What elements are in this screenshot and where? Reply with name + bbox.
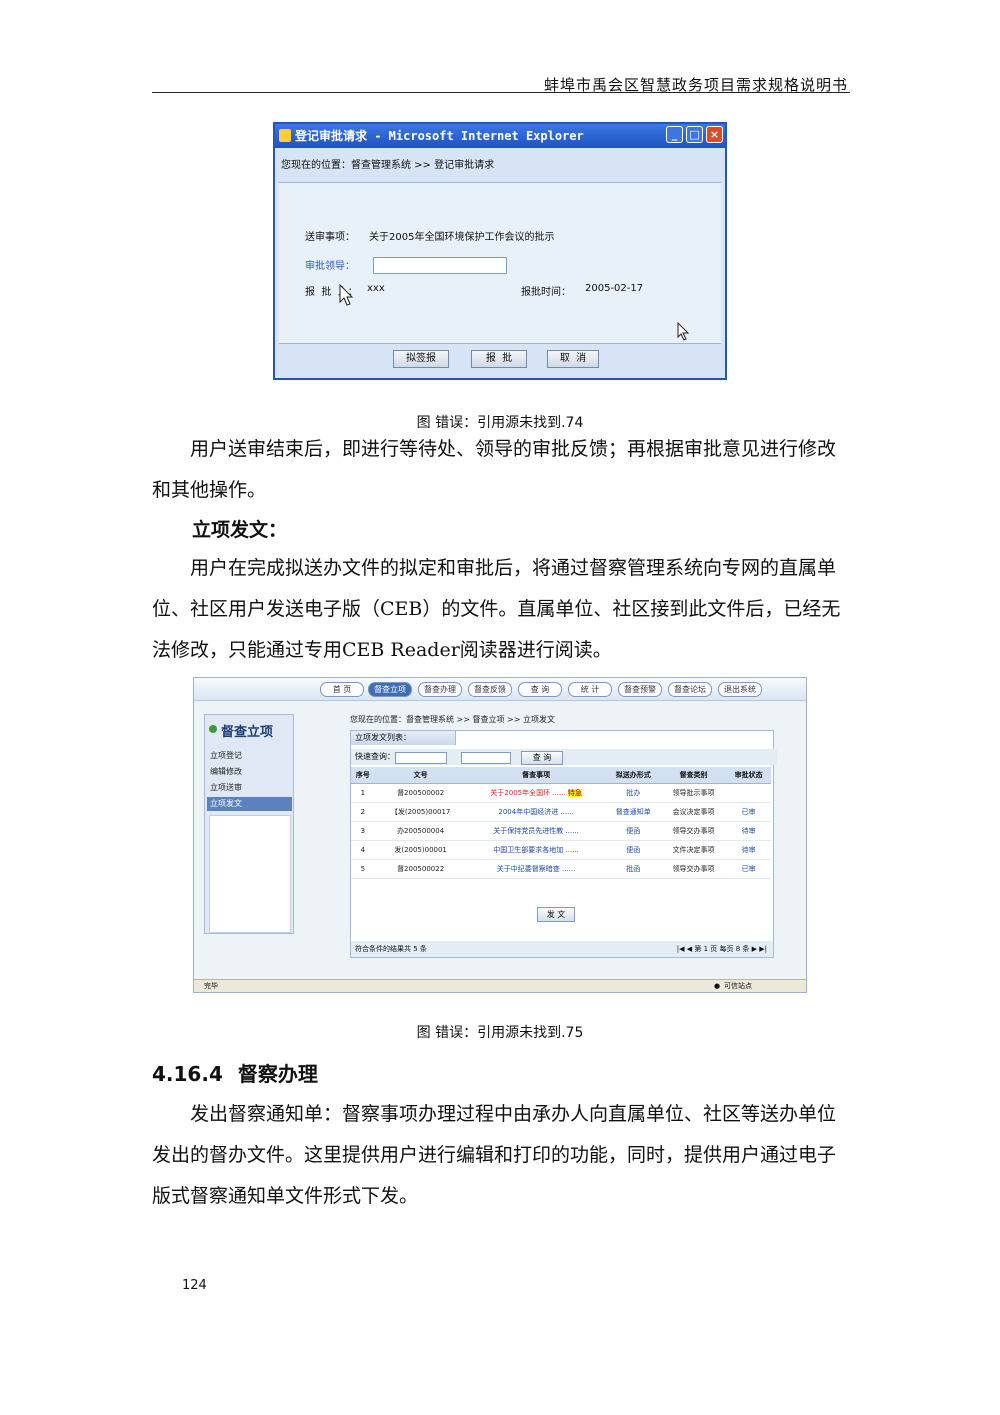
- approval-dialog-screenshot: 登记审批请求 - Microsoft Internet Explorer _ □…: [273, 122, 727, 380]
- browser-status-bar: 完毕 ● 可信站点: [194, 979, 806, 992]
- submit-approval-button[interactable]: 报 批: [471, 350, 527, 368]
- issue-table: 序号 文号 督查事项 拟送办形式 督查类别 审批状态 1 督200500002 …: [351, 767, 771, 879]
- nav-tab-stats[interactable]: 统 计: [568, 682, 612, 697]
- section-title: 督察办理: [237, 1062, 318, 1086]
- quick-search-select[interactable]: [395, 752, 447, 764]
- paragraph-notice: 发出督察通知单：督察事项办理过程中由承办人向直属单位、社区等送办单位发出的督办文…: [152, 1103, 837, 1207]
- submit-time-label: 报批时间：: [521, 287, 571, 298]
- first-page-icon[interactable]: |◀ ◀: [677, 945, 695, 953]
- cancel-button[interactable]: 取 消: [547, 350, 599, 368]
- heading-lixiang-fawen: 立项发文：: [192, 519, 288, 541]
- table-row[interactable]: 4 发(2005)00001 中国卫生部要求各地加 ...... 便函 文件决定…: [351, 840, 771, 860]
- nav-tab-logout[interactable]: 退出系统: [718, 682, 762, 697]
- search-button[interactable]: 查 询: [521, 751, 563, 765]
- nav-tab-forum[interactable]: 督查论坛: [668, 682, 712, 697]
- app-breadcrumb: 您现在的位置：督查管理系统 >> 督查立项 >> 立项发文: [350, 715, 555, 724]
- sidebar-blank-area: [209, 815, 291, 933]
- sidebar: 督查立项 立项登记 编辑修改 立项送审 立项发文: [204, 714, 294, 934]
- issue-list-panel: 立项发文列表： 快速查询： 查 询 序号 文号 督查事项 拟送办形式 督查类别 …: [350, 730, 777, 958]
- maximize-icon[interactable]: □: [686, 126, 703, 143]
- col-header: 文号: [374, 767, 467, 784]
- nav-tab-warning[interactable]: 督查预警: [618, 682, 662, 697]
- col-header: 督查事项: [466, 767, 606, 784]
- trusted-site-icon: ●: [714, 982, 721, 990]
- nav-tab-lixiang[interactable]: 督查立项: [368, 682, 412, 697]
- mouse-cursor-icon: [677, 322, 690, 341]
- col-header: 拟送办形式: [605, 767, 661, 784]
- panel-title: 立项发文列表：: [351, 731, 456, 745]
- page-number: 124: [182, 1278, 207, 1293]
- status-right-text: 可信站点: [724, 982, 752, 990]
- top-navigation: 首 页 督查立项 督查办理 督查反馈 查 询 统 计 督查预警 督查论坛 退出系…: [194, 678, 806, 701]
- sidebar-item-issue[interactable]: 立项发文: [207, 797, 292, 811]
- quick-search-bar: 快速查询： 查 询: [351, 749, 777, 765]
- submit-time-value: 2005-02-17: [585, 283, 644, 294]
- supervision-system-screenshot: 首 页 督查立项 督查办理 督查反馈 查 询 统 计 督查预警 督查论坛 退出系…: [193, 677, 807, 993]
- sidebar-item-register[interactable]: 立项登记: [207, 749, 292, 763]
- status-left-text: 完毕: [204, 982, 218, 990]
- mouse-cursor-icon: [339, 284, 354, 306]
- table-row[interactable]: 1 督200500002 关于2005年全国环 ...... 特急 批办 领导批…: [351, 783, 771, 803]
- next-page-icon[interactable]: ▶ ▶|: [752, 945, 767, 953]
- col-header: 督查类别: [660, 767, 727, 784]
- sidebar-item-submit[interactable]: 立项送审: [207, 781, 292, 795]
- dialog-title: 登记审批请求 - Microsoft Internet Explorer: [295, 129, 584, 143]
- dialog-titlebar: 登记审批请求 - Microsoft Internet Explorer _ □…: [275, 124, 725, 148]
- draft-sign-button[interactable]: 拟签报: [393, 350, 449, 368]
- table-row[interactable]: 3 办200500004 关于保持党员先进性教 ...... 便函 领导交办事项…: [351, 821, 771, 841]
- close-icon[interactable]: ×: [706, 126, 723, 143]
- approver-input[interactable]: [373, 257, 507, 274]
- quick-search-input[interactable]: [461, 752, 511, 764]
- sidebar-title: 督查立项: [221, 725, 274, 740]
- paragraph-approval-feedback: 用户送审结束后，即进行等待处、领导的审批反馈；再根据审批意见进行修改和其他操作。: [152, 438, 837, 501]
- sidebar-item-edit[interactable]: 编辑修改: [207, 765, 292, 779]
- quick-search-label: 快速查询：: [355, 752, 395, 761]
- minimize-icon[interactable]: _: [666, 126, 683, 143]
- results-footer: 符合条件的结果共 5 条 |◀ ◀ 第 1 页 每页 8 条 ▶ ▶|: [351, 941, 773, 957]
- table-header-row: 序号 文号 督查事项 拟送办形式 督查类别 审批状态: [351, 767, 771, 784]
- col-header: 审批状态: [726, 767, 771, 784]
- subject-value: 关于2005年全国环境保护工作会议的批示: [369, 232, 555, 243]
- approver-label: 审批领导：: [305, 261, 355, 272]
- sidebar-bullet-icon: [209, 725, 217, 733]
- ie-window-icon: [279, 129, 291, 142]
- nav-tab-home[interactable]: 首 页: [320, 682, 364, 697]
- figure2-caption: 图 错误：引用源未找到.75: [416, 1025, 584, 1041]
- col-header: 序号: [351, 767, 375, 784]
- result-count-text: 符合条件的结果共 5 条: [355, 945, 427, 953]
- nav-tab-fankui[interactable]: 督查反馈: [468, 682, 512, 697]
- table-row[interactable]: 5 督200500022 关于中纪委督察暗查 ...... 批函 领导交办事项 …: [351, 859, 771, 879]
- pager-text: 第 1 页 每页 8 条: [694, 945, 750, 953]
- section-number: 4.16.4: [152, 1062, 223, 1086]
- urgent-badge: 特急: [567, 789, 582, 797]
- table-row[interactable]: 2 【发(2005)00017 2004年中国经济进 ...... 督查通知单 …: [351, 802, 771, 822]
- subject-label: 送审事项：: [305, 232, 355, 243]
- nav-tab-banli[interactable]: 督查办理: [418, 682, 462, 697]
- section-heading: 4.16.4 督察办理: [152, 1058, 318, 1087]
- pager[interactable]: |◀ ◀ 第 1 页 每页 8 条 ▶ ▶|: [677, 941, 767, 957]
- header-rule: [152, 92, 850, 93]
- submitter-value: xxx: [367, 283, 385, 294]
- issue-send-button[interactable]: 发 文: [537, 907, 575, 922]
- dialog-body: 送审事项： 关于2005年全国环境保护工作会议的批示 审批领导： 报 批 人： …: [279, 182, 721, 344]
- dialog-breadcrumb: 您现在的位置：督查管理系统 >> 登记审批请求: [281, 160, 495, 171]
- paragraph-lixiang: 用户在完成拟送办文件的拟定和审批后，将通过督察管理系统向专网的直属单位、社区用户…: [152, 557, 841, 661]
- nav-tab-query[interactable]: 查 询: [518, 682, 562, 697]
